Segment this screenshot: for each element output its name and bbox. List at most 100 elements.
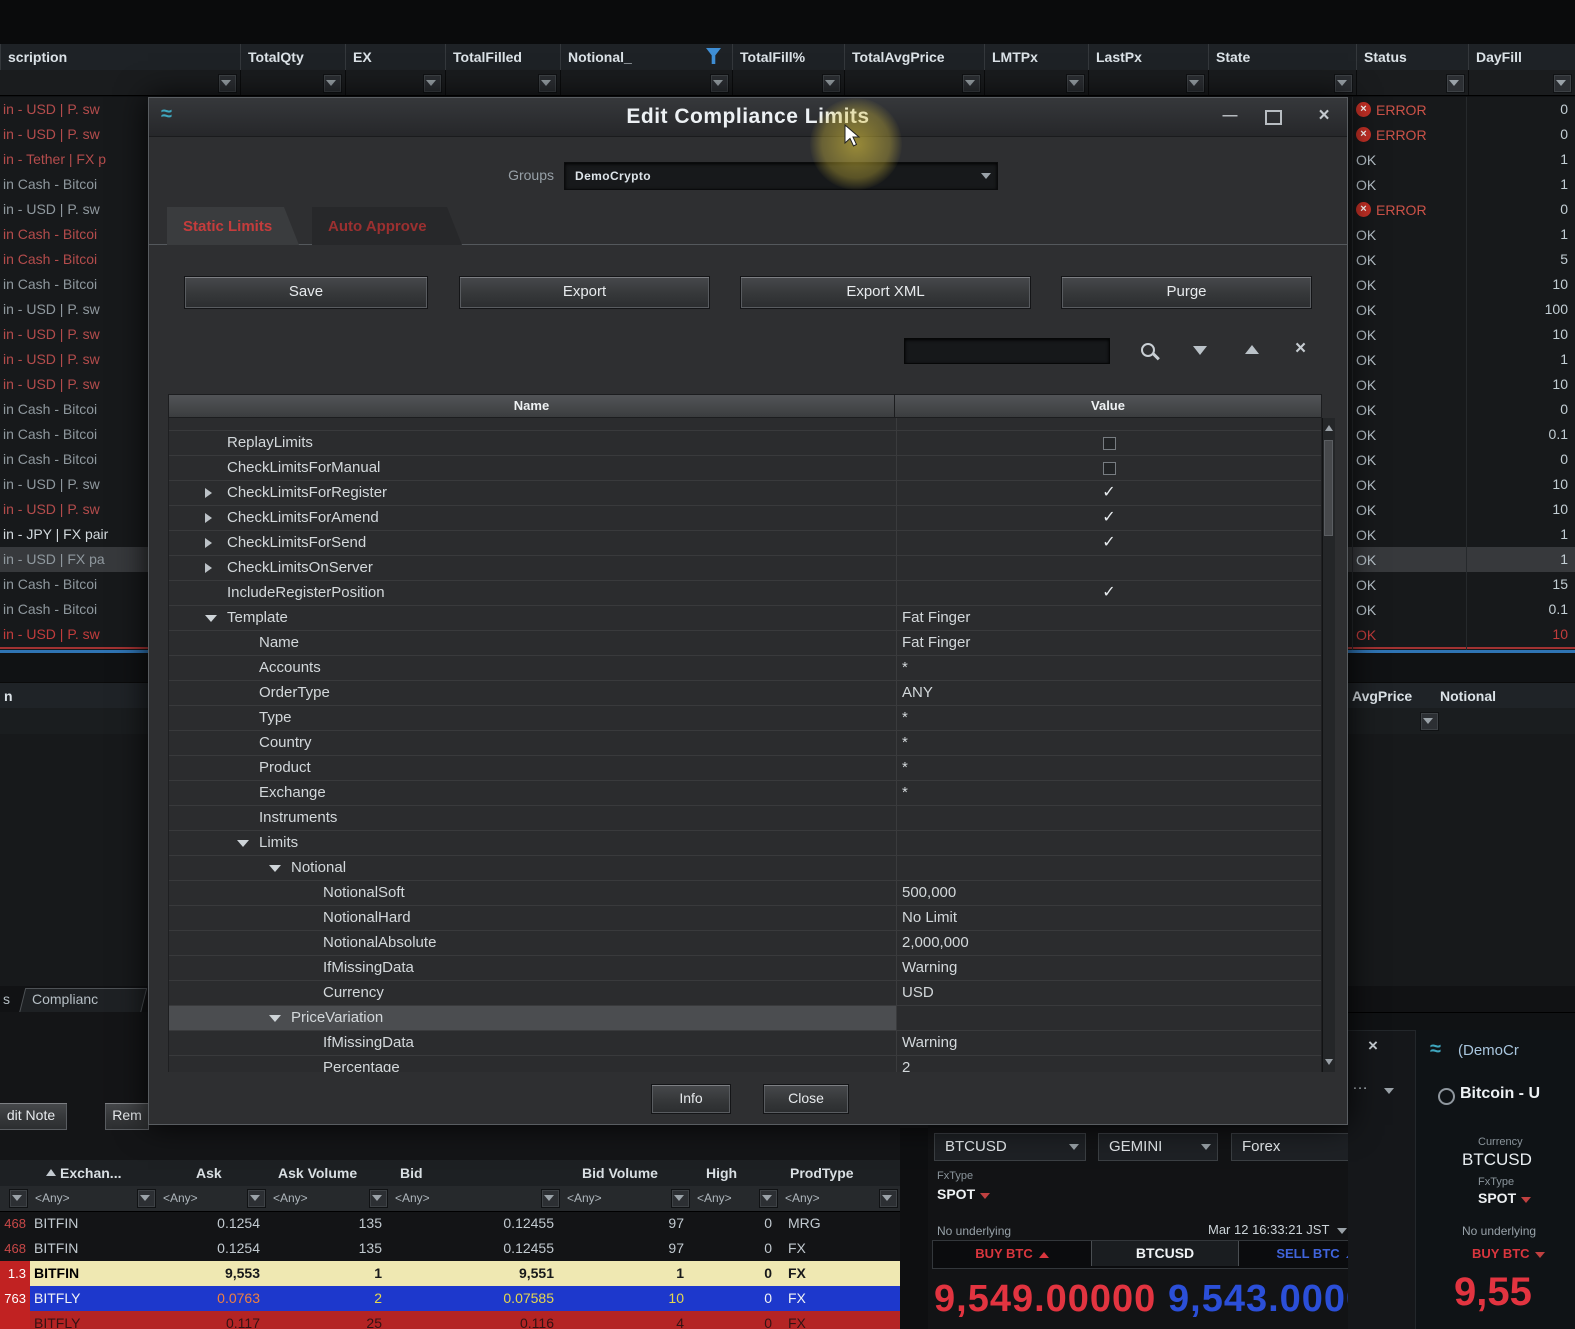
filter-dropdown-icon[interactable] <box>1553 74 1572 93</box>
scroll-down-icon[interactable] <box>1325 1059 1333 1065</box>
filter-dropdown-icon[interactable] <box>1446 74 1465 93</box>
column-header-totalfill[interactable]: TotalFill% <box>732 44 852 70</box>
filter-dropdown-icon[interactable] <box>1334 74 1353 93</box>
filter-dropdown-icon[interactable] <box>218 74 237 93</box>
collapse-icon[interactable] <box>237 840 249 847</box>
column-header-dayfill[interactable]: DayFill <box>1468 44 1575 70</box>
filter-dropdown-icon[interactable] <box>137 1189 156 1208</box>
quote-row[interactable]: 1.3 BITFIN 9,553 1 9,551 1 0 FX <box>0 1261 900 1286</box>
tree-row-pricevariation[interactable]: PriceVariation <box>169 1006 1321 1031</box>
button-export[interactable]: Export <box>459 276 710 309</box>
tree-row-type[interactable]: Type * <box>169 706 1321 731</box>
column-header-ex[interactable]: EX <box>345 44 453 70</box>
dialog-titlebar[interactable]: ≈ Edit Compliance Limits — × <box>149 98 1347 137</box>
tree-row-ifmissingdata[interactable]: IfMissingData Warning <box>169 956 1321 981</box>
filter-dropdown-icon[interactable] <box>538 74 557 93</box>
filter-dropdown-icon[interactable] <box>247 1189 266 1208</box>
more-options-icon[interactable]: … <box>1352 1076 1368 1094</box>
find-next-icon[interactable] <box>1193 346 1207 355</box>
tab-auto-approve[interactable]: Auto Approve <box>312 207 462 245</box>
filter-dropdown-icon[interactable] <box>1420 712 1439 731</box>
tree-row-template[interactable]: Template Fat Finger <box>169 606 1321 631</box>
checkbox[interactable] <box>1103 462 1116 475</box>
filter-dropdown-icon[interactable] <box>369 1189 388 1208</box>
tree-row-exchange[interactable]: Exchange * <box>169 781 1321 806</box>
tab-static-limits[interactable]: Static Limits <box>167 207 299 245</box>
tree-row-checklimitsforsend[interactable]: CheckLimitsForSend ✓ <box>169 531 1321 556</box>
remove-button[interactable]: Rem <box>104 1102 150 1131</box>
buy-button[interactable]: BUY BTC <box>1472 1246 1545 1261</box>
expand-icon[interactable] <box>205 488 212 498</box>
filter-dropdown-icon[interactable] <box>323 74 342 93</box>
fxtype-dropdown[interactable]: SPOT <box>1478 1190 1532 1206</box>
close-icon[interactable]: × <box>1368 1036 1378 1056</box>
venue-dropdown[interactable]: GEMINI <box>1098 1133 1218 1161</box>
column-header-bid-volume[interactable]: Bid Volume <box>582 1160 658 1186</box>
tree-row-checklimitsforregister[interactable]: CheckLimitsForRegister ✓ <box>169 481 1321 506</box>
fxtype-dropdown[interactable]: SPOT <box>937 1186 991 1202</box>
quote-row[interactable]: 468 BITFIN 0.1254 135 0.12455 97 0 FX <box>0 1236 900 1261</box>
edit-note-button[interactable]: dit Note <box>0 1102 68 1131</box>
collapse-icon[interactable] <box>205 615 217 622</box>
close-dialog-button[interactable]: Close <box>763 1084 849 1114</box>
button-purge[interactable]: Purge <box>1061 276 1312 309</box>
tree-row-instruments[interactable]: Instruments <box>169 806 1321 831</box>
buy-button[interactable]: BUY BTC <box>933 1241 1091 1266</box>
expand-icon[interactable] <box>205 563 212 573</box>
expand-icon[interactable] <box>205 513 212 523</box>
column-header-state[interactable]: State <box>1208 44 1364 70</box>
scrollbar[interactable] <box>1322 418 1335 1072</box>
filter-dropdown-icon[interactable] <box>1066 74 1085 93</box>
find-previous-icon[interactable] <box>1245 345 1259 354</box>
tree-row-includeregisterposition[interactable]: IncludeRegisterPosition ✓ <box>169 581 1321 606</box>
filter-dropdown-icon[interactable] <box>822 74 841 93</box>
button-save[interactable]: Save <box>184 276 428 309</box>
filter-dropdown-icon[interactable] <box>423 74 442 93</box>
column-header-ask-volume[interactable]: Ask Volume <box>278 1160 357 1186</box>
chevron-down-icon[interactable] <box>1384 1088 1394 1094</box>
collapse-icon[interactable] <box>269 865 281 872</box>
column-header-scription[interactable]: scription <box>0 44 248 70</box>
buy-price[interactable]: 9,549.00000 <box>934 1272 1162 1326</box>
groups-dropdown[interactable]: DemoCrypto <box>564 162 998 190</box>
tree-row-notional[interactable]: Notional <box>169 856 1321 881</box>
close-button[interactable]: × <box>1309 101 1339 131</box>
expand-icon[interactable] <box>205 538 212 548</box>
column-header-ask[interactable]: Ask <box>196 1160 222 1186</box>
column-header-bid[interactable]: Bid <box>400 1160 423 1186</box>
tree-row-checklimitsonserver[interactable]: CheckLimitsOnServer <box>169 556 1321 581</box>
tree-row-notionalhard[interactable]: NotionalHard No Limit <box>169 906 1321 931</box>
tree-row-ifmissingdata[interactable]: IfMissingData Warning <box>169 1031 1321 1056</box>
quote-row[interactable]: BITFLY 0.117 25 0.116 4 0 FX <box>0 1311 900 1329</box>
filter-dropdown-icon[interactable] <box>962 74 981 93</box>
column-header-status[interactable]: Status <box>1356 44 1476 70</box>
column-header-totalavgprice[interactable]: TotalAvgPrice <box>844 44 992 70</box>
tree-row-limits[interactable]: Limits <box>169 831 1321 856</box>
tree-row-country[interactable]: Country * <box>169 731 1321 756</box>
search-icon[interactable] <box>1139 341 1161 363</box>
filter-dropdown-icon[interactable] <box>759 1189 778 1208</box>
buy-price[interactable]: 9,55 <box>1454 1270 1532 1315</box>
filter-dropdown-icon[interactable] <box>1186 74 1205 93</box>
symbol-dropdown[interactable]: BTCUSD <box>934 1133 1086 1161</box>
tree-row-replaylimits[interactable]: ReplayLimits <box>169 431 1321 456</box>
button-export-xml[interactable]: Export XML <box>740 276 1031 309</box>
timestamp-dropdown[interactable]: Mar 12 16:33:21 JST <box>1208 1222 1348 1237</box>
column-header-totalfilled[interactable]: TotalFilled <box>445 44 568 70</box>
info-button[interactable]: Info <box>651 1084 731 1114</box>
tree-row-ordertype[interactable]: OrderType ANY <box>169 681 1321 706</box>
collapse-icon[interactable] <box>269 1015 281 1022</box>
tree-row-currency[interactable]: Currency USD <box>169 981 1321 1006</box>
tree-row-name[interactable]: Name Fat Finger <box>169 631 1321 656</box>
tab-partial[interactable]: s <box>3 986 10 1012</box>
column-header-totalqty[interactable]: TotalQty <box>240 44 353 70</box>
filter-dropdown-icon[interactable] <box>671 1189 690 1208</box>
tree-row-product[interactable]: Product * <box>169 756 1321 781</box>
filter-dropdown-icon[interactable] <box>879 1189 898 1208</box>
column-header-prodtype[interactable]: ProdType <box>790 1160 854 1186</box>
column-header-name[interactable]: Name <box>168 394 895 418</box>
filter-dropdown-icon[interactable] <box>9 1189 28 1208</box>
tree-row-percentage[interactable]: Percentage 2 <box>169 1056 1321 1072</box>
maximize-button[interactable] <box>1265 110 1282 125</box>
tree-row-checklimitsforamend[interactable]: CheckLimitsForAmend ✓ <box>169 506 1321 531</box>
